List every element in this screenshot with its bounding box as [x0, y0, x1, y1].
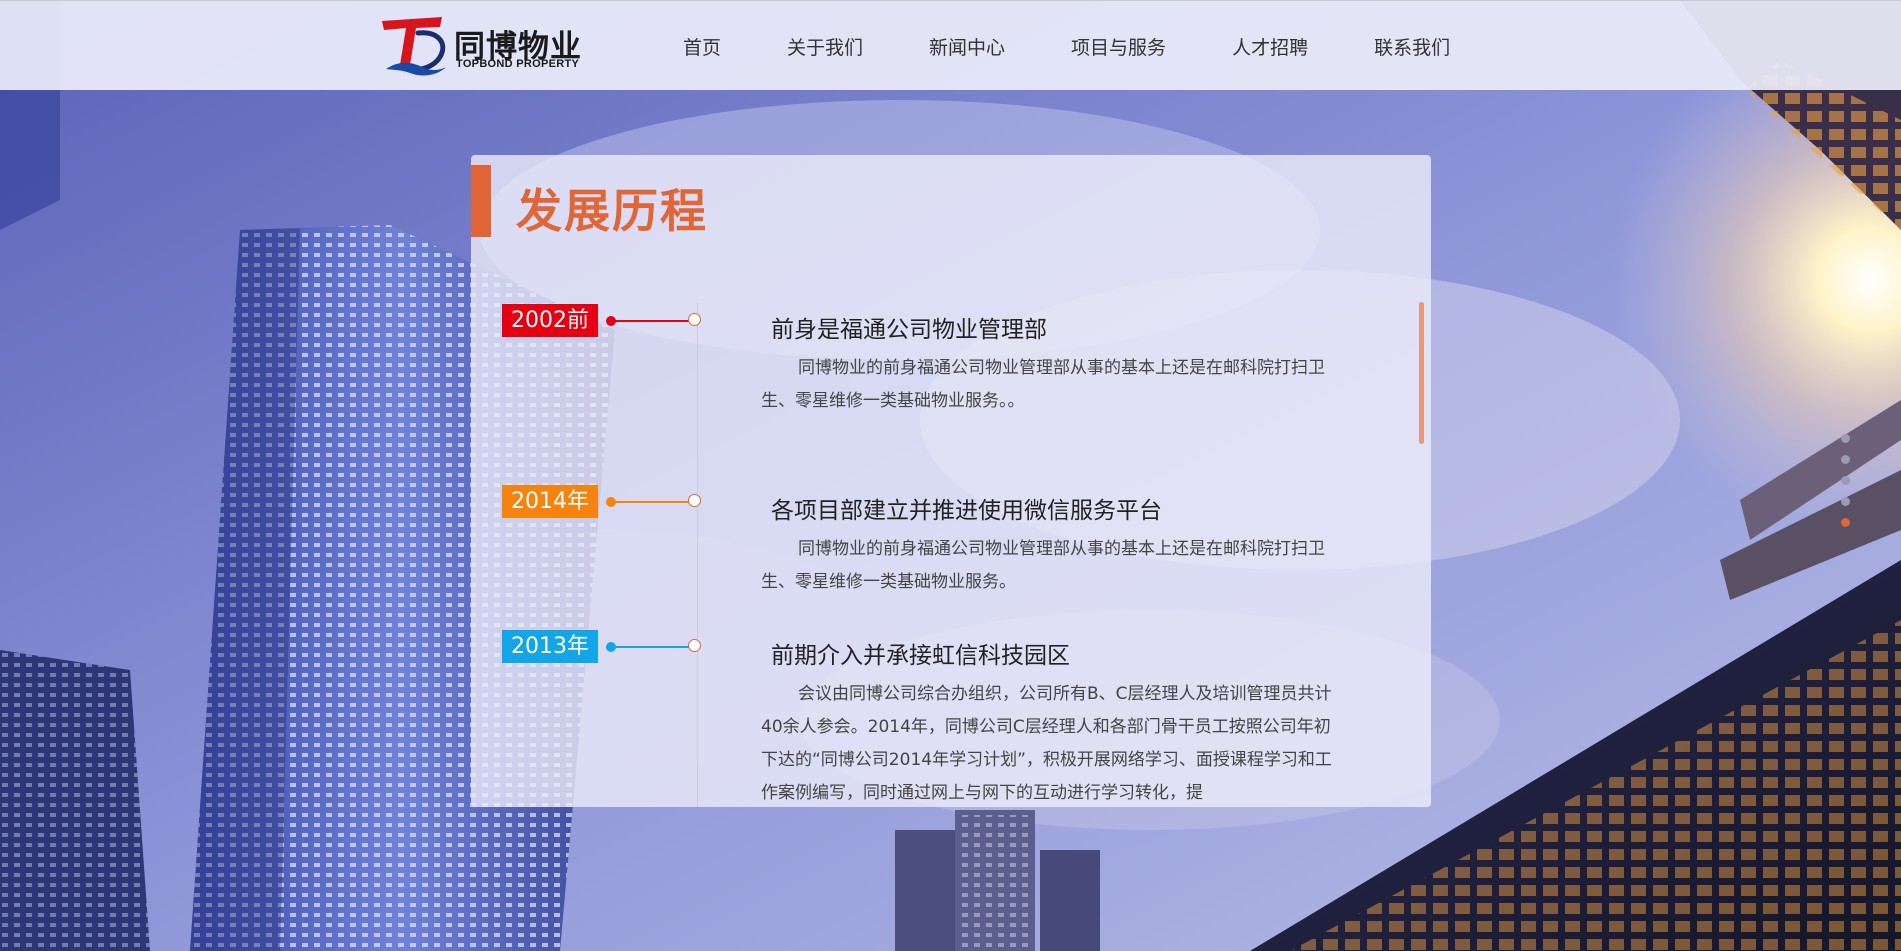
timeline-body: 同博物业的前身福通公司物业管理部从事的基本上还是在邮科院打扫卫生、零星维修一类基…	[761, 358, 1325, 411]
timeline-year-badge: 2002前	[502, 304, 598, 337]
brand-name-en: TOPBOND PROPERTY	[456, 58, 580, 70]
history-panel: 发展历程 2002前 前身是福通公司物业管理部 同博物业的前身福通公司物业管理部…	[471, 155, 1431, 807]
timeline-node	[688, 494, 701, 507]
topbond-logo-icon	[382, 17, 446, 76]
section-title: 发展历程	[516, 184, 708, 238]
timeline-connector	[611, 646, 691, 648]
main-nav: 首页 关于我们 新闻中心 项目与服务 人才招聘 联系我们	[650, 1, 1483, 91]
timeline-node	[688, 639, 701, 652]
nav-item-projects[interactable]: 项目与服务	[1038, 33, 1199, 60]
timeline-year-badge: 2014年	[502, 485, 598, 518]
timeline-connector	[611, 320, 691, 322]
timeline-connector	[611, 501, 691, 503]
timeline-heading: 各项目部建立并推进使用微信服务平台	[771, 498, 1162, 524]
pagination-dot[interactable]	[1841, 476, 1850, 485]
pagination-dot-active[interactable]	[1841, 518, 1850, 527]
nav-item-contact[interactable]: 联系我们	[1341, 33, 1483, 60]
nav-item-news[interactable]: 新闻中心	[896, 33, 1038, 60]
pagination-dot[interactable]	[1841, 455, 1850, 464]
nav-item-home[interactable]: 首页	[650, 33, 754, 60]
nav-item-about[interactable]: 关于我们	[754, 33, 896, 60]
pagination-dot[interactable]	[1841, 434, 1850, 443]
timeline-heading: 前期介入并承接虹信科技园区	[771, 643, 1070, 669]
timeline-year-badge: 2013年	[502, 630, 598, 663]
scrollbar-thumb[interactable]	[1419, 302, 1424, 444]
pagination-dot[interactable]	[1841, 497, 1850, 506]
timeline-heading: 前身是福通公司物业管理部	[771, 317, 1047, 343]
section-pagination	[1841, 434, 1853, 539]
timeline-body: 会议由同博公司综合办组织，公司所有B、C层经理人及培训管理员共计40余人参会。2…	[761, 684, 1332, 803]
timeline-body: 同博物业的前身福通公司物业管理部从事的基本上还是在邮科院打扫卫生、零星维修一类基…	[761, 539, 1325, 592]
site-header: 同博物业 TOPBOND PROPERTY 首页 关于我们 新闻中心 项目与服务…	[0, 0, 1901, 90]
nav-item-careers[interactable]: 人才招聘	[1199, 33, 1341, 60]
brand-logo[interactable]: 同博物业 TOPBOND PROPERTY	[380, 13, 590, 79]
timeline-axis	[697, 303, 698, 807]
timeline-node	[688, 313, 701, 326]
title-accent-bar	[471, 165, 491, 237]
